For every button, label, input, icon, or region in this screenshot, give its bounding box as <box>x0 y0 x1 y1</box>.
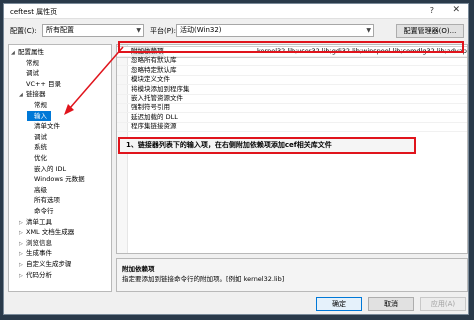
screen-background: ceftest 属性页 ? ✕ 配置(C): 所有配置 ▼ 平台(P): 活动(… <box>0 0 474 320</box>
annotation-arrow <box>64 46 124 115</box>
arrow-line <box>69 46 124 109</box>
